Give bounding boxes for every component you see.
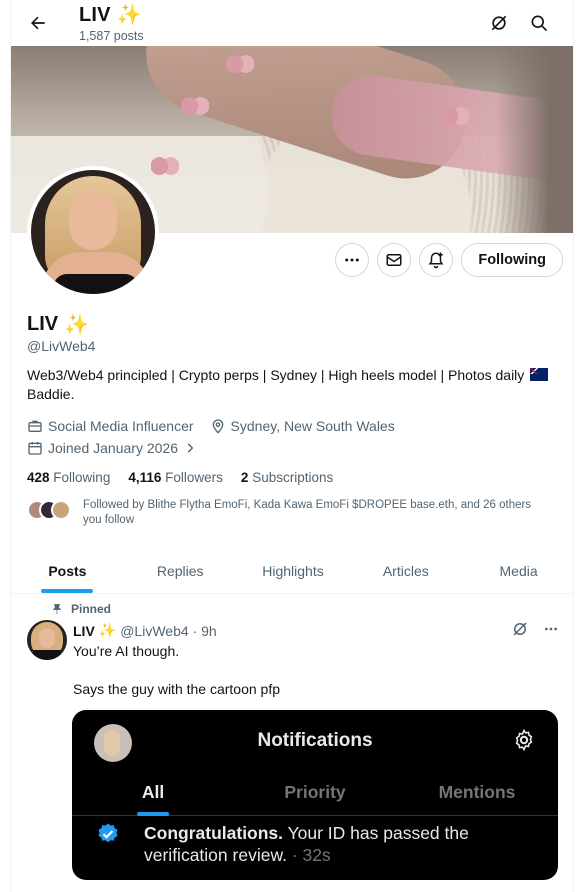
- profile-joined: Joined January 2026: [48, 440, 178, 456]
- location-icon: [212, 419, 223, 434]
- australia-flag-icon: [530, 368, 549, 381]
- search-button[interactable]: [527, 11, 551, 35]
- more-icon: [345, 258, 360, 262]
- image-title: Notifications: [257, 730, 373, 751]
- image-tabs: All Priority Mentions: [72, 776, 558, 816]
- back-arrow-icon: [31, 16, 45, 30]
- top-bar: LIV ✨ 1,587 posts: [11, 0, 573, 46]
- profile-category: Social Media Influencer: [48, 418, 194, 434]
- profile-handle: @LivWeb4: [27, 338, 96, 354]
- profile-page: LIV ✨ 1,587 posts Following LIV ✨ @LivWe…: [10, 0, 574, 892]
- image-notification-text: Congratulations. Your ID has passed the …: [144, 823, 469, 865]
- followed-by-text: Followed by Blithe Flytha EmoFi, Kada Ka…: [83, 499, 532, 526]
- followers-count-link[interactable]: 4,116 Followers: [128, 470, 223, 485]
- post-author-name[interactable]: LIV: [73, 623, 95, 639]
- pinned-label: Pinned: [51, 602, 111, 616]
- post-text-line-1: You’re AI though.: [73, 643, 180, 659]
- post-text-line-2: Says the guy with the cartoon pfp: [73, 681, 281, 697]
- profile-tabs: Posts Replies Highlights Articles Media: [11, 548, 573, 594]
- tab-posts[interactable]: Posts: [11, 548, 124, 593]
- post-top-actions: [511, 620, 559, 638]
- post-handle-time[interactable]: @LivWeb4 · 9h: [120, 623, 216, 639]
- post-author-avatar[interactable]: [27, 620, 67, 660]
- image-tab-all: All: [72, 776, 234, 815]
- notify-button[interactable]: [419, 243, 454, 277]
- grok-button[interactable]: [487, 11, 511, 35]
- tab-media[interactable]: Media: [462, 548, 573, 593]
- mail-icon: [386, 254, 402, 266]
- header-title: LIV ✨: [79, 4, 142, 26]
- profile-bio: Web3/Web4 principled | Crypto perps | Sy…: [27, 366, 557, 404]
- calendar-icon: [28, 442, 42, 455]
- image-tab-priority: Priority: [284, 782, 346, 802]
- avatar: [51, 500, 71, 520]
- back-button[interactable]: [25, 10, 51, 36]
- grok-icon[interactable]: [511, 620, 529, 638]
- sparkles-icon: ✨: [64, 314, 90, 336]
- profile-meta: Social Media Influencer Sydney, New Sout…: [27, 418, 395, 434]
- tab-articles[interactable]: Articles: [349, 548, 462, 593]
- post-header: LIV ✨ @LivWeb4 · 9h: [73, 622, 217, 639]
- more-icon[interactable]: [543, 621, 559, 637]
- follower-avatars: [27, 500, 71, 520]
- sparkles-icon: ✨: [98, 622, 117, 638]
- follow-counts: 428 Following 4,116 Followers 2 Subscrip…: [27, 470, 333, 485]
- profile-joined-row[interactable]: Joined January 2026: [27, 440, 197, 456]
- gear-icon: [515, 728, 533, 752]
- post-count: 1,587 posts: [79, 29, 144, 43]
- profile-avatar[interactable]: [27, 166, 159, 298]
- post-image[interactable]: Notifications All Priority Mentions Cong…: [72, 710, 558, 880]
- grok-icon: [491, 15, 507, 31]
- profile-location: Sydney, New South Wales: [230, 418, 395, 434]
- following-button[interactable]: Following: [461, 243, 563, 277]
- pin-icon: [52, 604, 62, 614]
- chevron-right-icon: [187, 443, 194, 453]
- profile-actions: Following: [335, 243, 563, 277]
- profile-name: LIV ✨: [27, 313, 90, 336]
- sparkles-icon: ✨: [116, 4, 142, 26]
- briefcase-icon: [28, 420, 42, 432]
- tab-highlights[interactable]: Highlights: [237, 548, 350, 593]
- more-button[interactable]: [335, 243, 370, 277]
- bell-plus-icon: [428, 252, 444, 269]
- followed-by-row[interactable]: Followed by Blithe Flytha EmoFi, Kada Ka…: [27, 498, 543, 528]
- following-count-link[interactable]: 428 Following: [27, 470, 110, 485]
- subscriptions-count-link[interactable]: 2 Subscriptions: [241, 470, 333, 485]
- verified-badge-icon: [98, 823, 118, 843]
- search-icon: [531, 15, 548, 32]
- tab-replies[interactable]: Replies: [124, 548, 237, 593]
- image-tab-mentions: Mentions: [438, 782, 516, 802]
- message-button[interactable]: [377, 243, 412, 277]
